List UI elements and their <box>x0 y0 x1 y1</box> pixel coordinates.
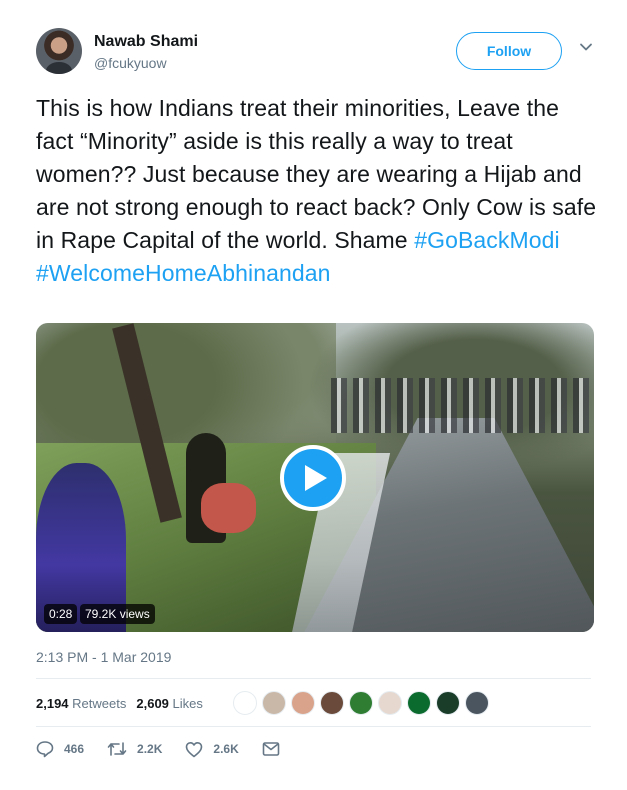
retweet-button[interactable]: 2.2K <box>107 740 162 758</box>
user-avatar[interactable] <box>36 28 82 74</box>
retweet-icon <box>107 742 127 756</box>
play-button[interactable] <box>280 445 346 511</box>
likes-stat[interactable]: 2,609 Likes <box>136 696 203 711</box>
follow-button[interactable]: Follow <box>456 32 562 70</box>
person-avatar[interactable] <box>290 691 315 715</box>
retweets-count: 2,194 <box>36 695 69 711</box>
group-photo-avatar[interactable] <box>261 691 286 715</box>
divider <box>36 678 591 679</box>
liker-avatars <box>232 691 494 715</box>
video-duration: 0:28 <box>44 604 78 624</box>
reply-count: 466 <box>64 742 85 756</box>
like-count: 2.6K <box>213 742 239 756</box>
heart-icon <box>186 741 203 757</box>
envelope-icon <box>262 742 280 756</box>
person-avatar[interactable] <box>464 691 489 715</box>
hashtag-link[interactable]: #WelcomeHomeAbhinandan <box>36 260 331 286</box>
video-frame-crowd <box>331 378 591 433</box>
tweet-header: Nawab Shami @fcukyuow Follow <box>36 28 606 78</box>
user-name[interactable]: Nawab Shami <box>94 33 198 51</box>
tweet-stats: 2,194 Retweets 2,609 Likes <box>36 688 596 718</box>
retweets-label: Retweets <box>72 695 127 711</box>
person-avatar[interactable] <box>319 691 344 715</box>
reply-button[interactable]: 466 <box>36 740 84 758</box>
emblem-avatar[interactable] <box>232 691 257 715</box>
direct-message-button[interactable] <box>262 741 290 757</box>
dark-logo-avatar[interactable] <box>435 691 460 715</box>
retweet-count: 2.2K <box>137 742 163 756</box>
person-avatar[interactable] <box>377 691 402 715</box>
video-player[interactable]: 0:28 79.2K views <box>36 323 594 632</box>
like-button[interactable]: 2.6K <box>185 741 239 758</box>
likes-count: 2,609 <box>136 695 169 711</box>
emblem-green-avatar[interactable] <box>348 691 373 715</box>
retweets-stat[interactable]: 2,194 Retweets <box>36 696 126 711</box>
divider <box>36 726 591 727</box>
pakistan-flag-avatar[interactable] <box>406 691 431 715</box>
chevron-down-icon[interactable] <box>579 40 593 54</box>
video-view-count: 79.2K views <box>80 604 155 624</box>
video-frame-person <box>201 483 256 533</box>
play-icon <box>304 465 327 491</box>
likes-label: Likes <box>172 695 203 711</box>
user-handle[interactable]: @fcukyuow <box>94 55 167 71</box>
hashtag-link[interactable]: #GoBackModi <box>414 227 560 253</box>
tweet-text: This is how Indians treat their minoriti… <box>36 92 601 290</box>
tweet-timestamp[interactable]: 2:13 PM - 1 Mar 2019 <box>36 649 171 665</box>
reply-icon <box>36 741 54 758</box>
tweet-actions: 466 2.2K 2.6K <box>36 738 596 760</box>
